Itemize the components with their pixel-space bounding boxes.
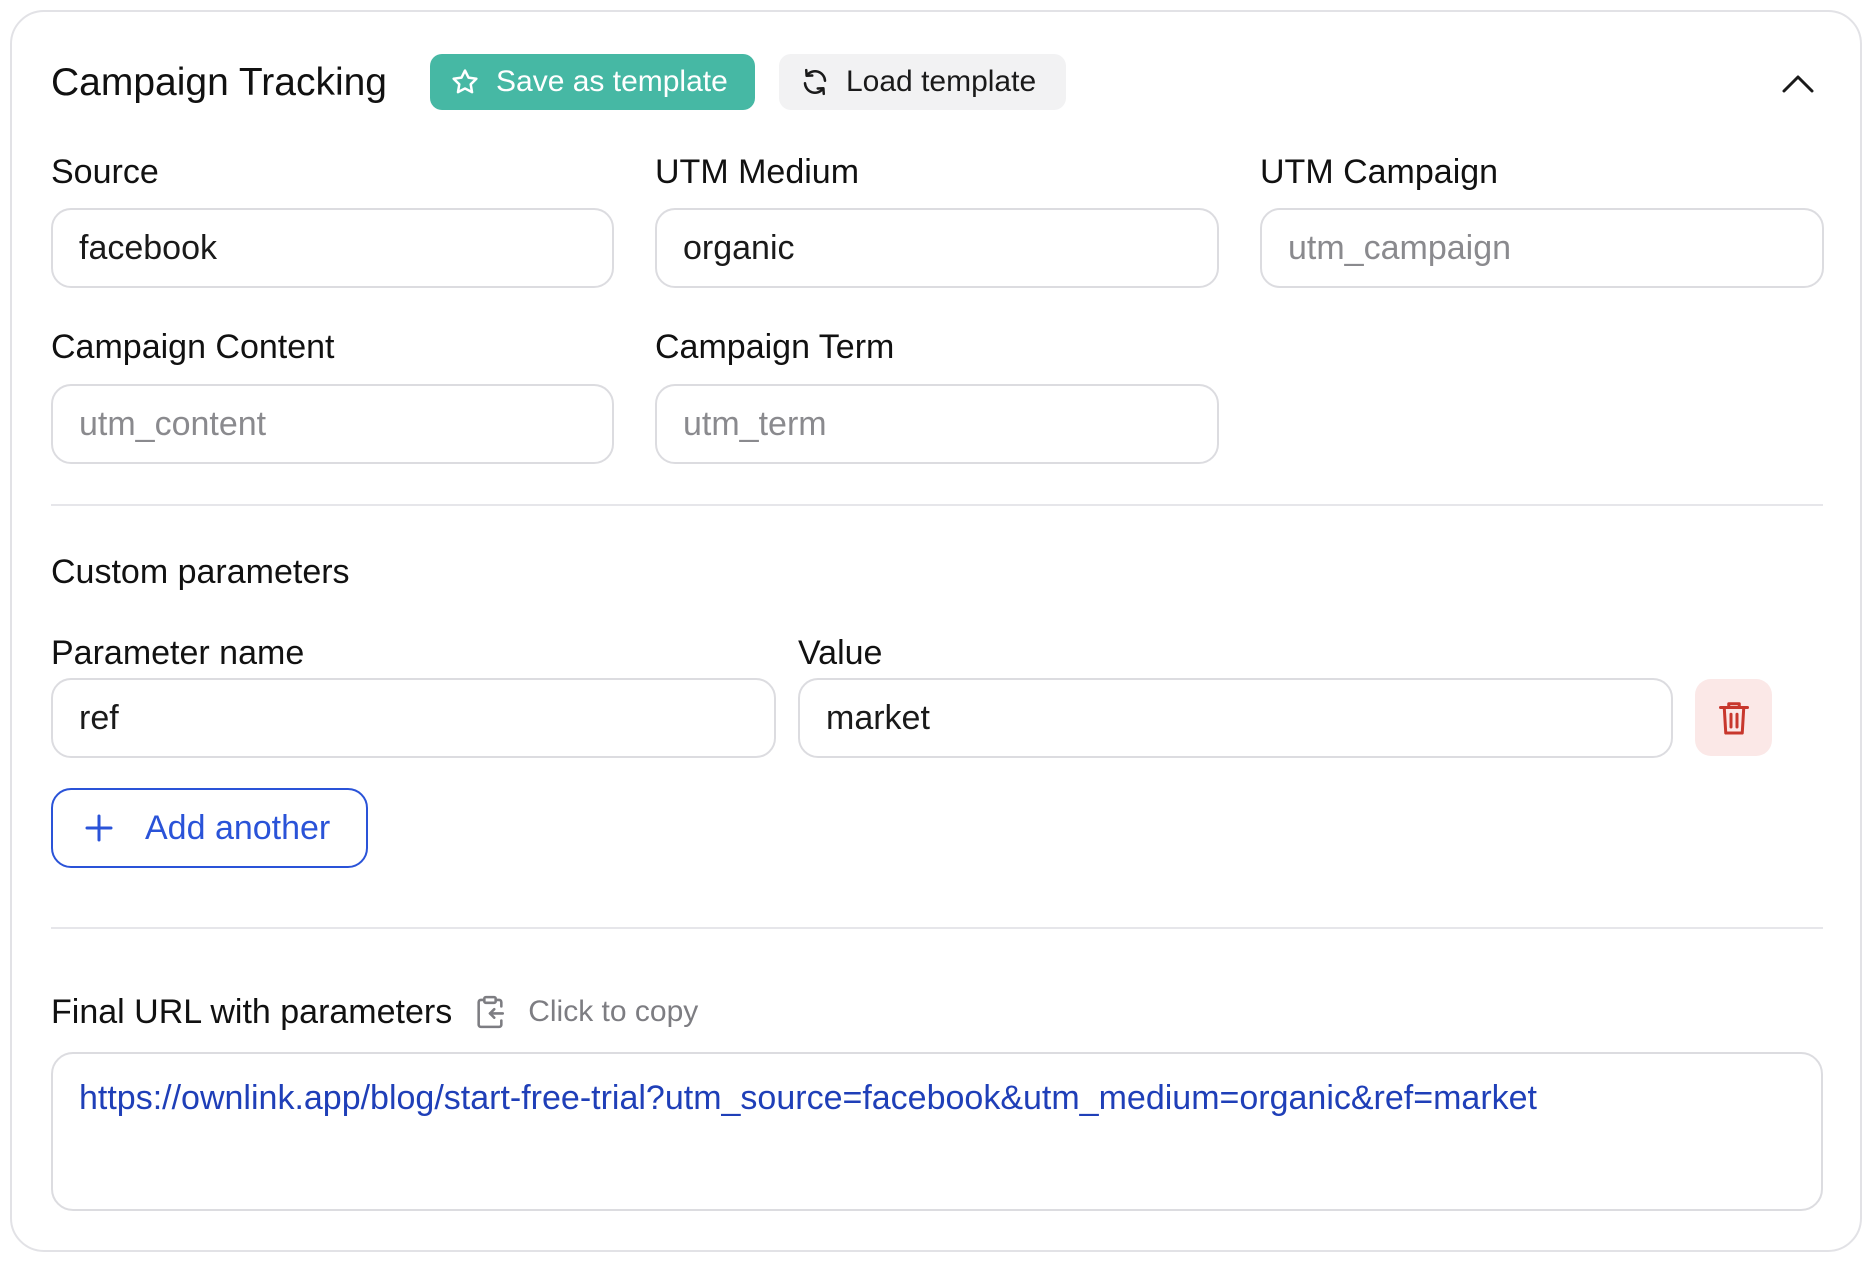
final-url-text: https://ownlink.app/blog/start-free-tria… bbox=[79, 1079, 1537, 1117]
source-label: Source bbox=[51, 153, 159, 191]
click-to-copy-label: Click to copy bbox=[528, 995, 699, 1028]
plus-icon bbox=[81, 810, 117, 846]
utm-medium-label: UTM Medium bbox=[655, 153, 860, 191]
campaign-term-label: Campaign Term bbox=[655, 328, 895, 366]
save-as-template-label: Save as template bbox=[496, 65, 728, 98]
delete-parameter-button[interactable] bbox=[1695, 679, 1772, 756]
star-icon bbox=[450, 67, 480, 97]
section-divider bbox=[51, 927, 1823, 929]
parameter-name-label: Parameter name bbox=[51, 634, 305, 672]
campaign-content-input[interactable]: utm_content bbox=[51, 384, 614, 464]
parameter-value-label: Value bbox=[798, 634, 883, 672]
parameter-value-value: market bbox=[826, 698, 930, 737]
parameter-value-input[interactable]: market bbox=[798, 678, 1673, 758]
chevron-up-icon bbox=[1781, 74, 1815, 94]
final-url-box[interactable]: https://ownlink.app/blog/start-free-tria… bbox=[51, 1052, 1823, 1211]
custom-parameters-title: Custom parameters bbox=[51, 553, 350, 591]
final-url-label: Final URL with parameters bbox=[51, 993, 453, 1031]
add-another-button[interactable]: Add another bbox=[51, 788, 368, 868]
load-template-label: Load template bbox=[846, 65, 1037, 98]
final-url-header: Final URL with parameters Click to copy bbox=[51, 990, 698, 1034]
refresh-icon bbox=[800, 67, 830, 97]
campaign-term-input[interactable]: utm_term bbox=[655, 384, 1219, 464]
utm-campaign-placeholder: utm_campaign bbox=[1288, 228, 1512, 267]
section-divider bbox=[51, 504, 1823, 506]
save-as-template-button[interactable]: Save as template bbox=[430, 54, 755, 110]
utm-campaign-input[interactable]: utm_campaign bbox=[1260, 208, 1824, 288]
copy-url-button[interactable]: Click to copy bbox=[474, 995, 698, 1029]
utm-campaign-label: UTM Campaign bbox=[1260, 153, 1499, 191]
campaign-content-label: Campaign Content bbox=[51, 328, 335, 366]
card-title: Campaign Tracking bbox=[51, 61, 387, 104]
clipboard-icon bbox=[474, 995, 506, 1029]
trash-icon bbox=[1716, 698, 1752, 738]
source-input[interactable]: facebook bbox=[51, 208, 614, 288]
add-another-label: Add another bbox=[145, 808, 331, 847]
campaign-term-placeholder: utm_term bbox=[683, 404, 827, 443]
campaign-content-placeholder: utm_content bbox=[79, 404, 267, 443]
collapse-button[interactable] bbox=[1776, 62, 1820, 106]
parameter-name-value: ref bbox=[79, 698, 119, 737]
utm-medium-input[interactable]: organic bbox=[655, 208, 1219, 288]
source-input-value: facebook bbox=[79, 228, 217, 267]
load-template-button[interactable]: Load template bbox=[779, 54, 1066, 110]
utm-medium-input-value: organic bbox=[683, 228, 795, 267]
parameter-name-input[interactable]: ref bbox=[51, 678, 776, 758]
